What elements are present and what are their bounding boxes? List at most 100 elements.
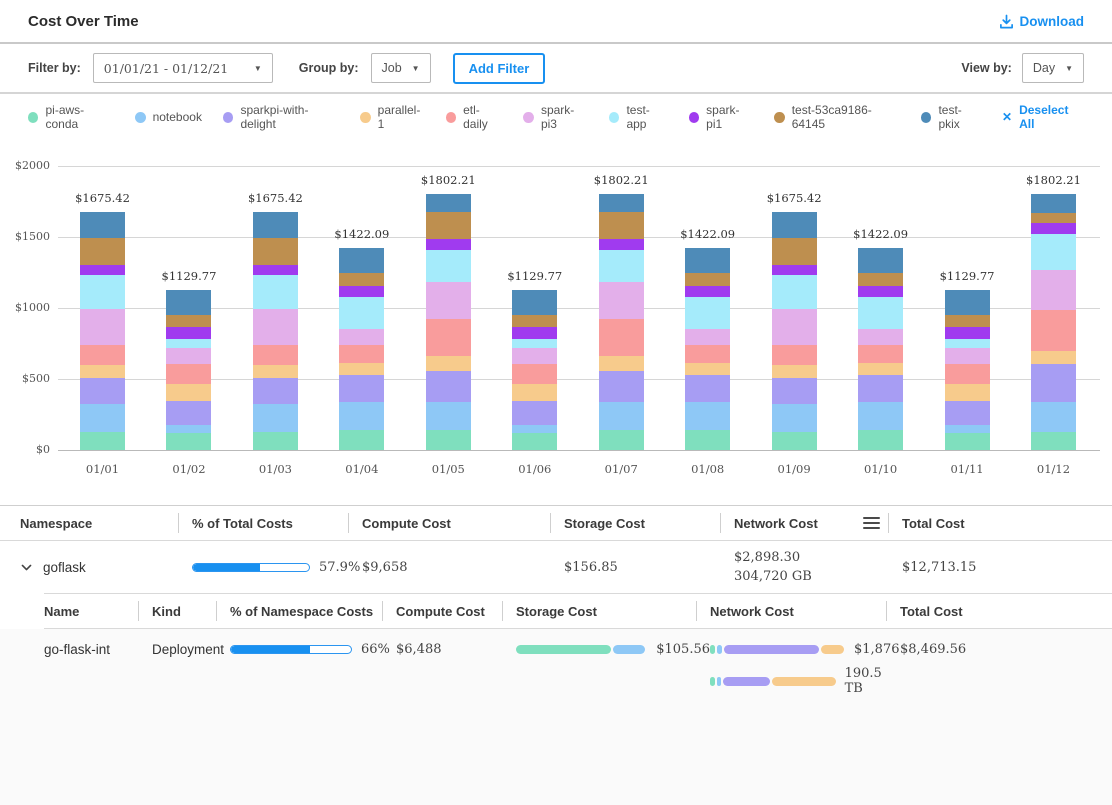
filter-bar: Filter by: 01/01/21 - 01/12/21 ▼ Group b…	[0, 44, 1112, 94]
mini-bar-segment	[772, 677, 837, 686]
table-row: goflask 57.9% $9,658 $156.85 $2,898.30 3…	[0, 541, 1112, 593]
download-button[interactable]: Download	[999, 14, 1085, 29]
nested-table-header-row: Name Kind % of Namespace Costs Compute C…	[44, 593, 1112, 629]
x-axis-tick-label: 01/05	[413, 462, 483, 476]
bar-segment-pi-aws-conda	[166, 433, 211, 450]
pct-total-cell: 57.9%	[192, 560, 362, 575]
bar-segment-pi-aws-conda	[80, 432, 125, 450]
bar-segment-spark-pi1	[599, 239, 644, 250]
x-axis-tick-label: 01/08	[673, 462, 743, 476]
bar-01/01[interactable]: $1675.42 01/01	[80, 166, 125, 450]
deselect-all-button[interactable]: ✕ Deselect All	[1002, 103, 1084, 131]
bar-01/04[interactable]: $1422.09 01/04	[339, 166, 384, 450]
legend-item-test-app[interactable]: test-app	[609, 103, 668, 131]
bar-segment-spark-pi1	[772, 265, 817, 275]
bar-segment-etl-daily	[945, 364, 990, 384]
date-range-select[interactable]: 01/01/21 - 01/12/21 ▼	[93, 53, 273, 83]
legend-item-etl-daily[interactable]: etl-daily	[446, 103, 503, 131]
bar-total-label: $1422.09	[334, 227, 389, 241]
legend-item-test-pkix[interactable]: test-pkix	[921, 103, 981, 131]
legend-item-label: notebook	[153, 110, 202, 124]
view-by-label: View by:	[961, 61, 1011, 75]
bar-01/09[interactable]: $1675.42 01/09	[772, 166, 817, 450]
mini-bar-segment	[516, 645, 611, 654]
bar-segment-test-app	[512, 339, 557, 348]
bar-segment-notebook	[512, 425, 557, 434]
bar-01/06[interactable]: $1129.77 01/06	[512, 166, 557, 450]
storage-cost-cell: $105.56	[516, 642, 710, 657]
bar-segment-test-pkix	[945, 290, 990, 315]
bar-01/03[interactable]: $1675.42 01/03	[253, 166, 298, 450]
legend-color-dot	[609, 112, 619, 123]
legend-item-label: spark-pi3	[541, 103, 588, 131]
bar-segment-spark-pi1	[339, 286, 384, 297]
bar-total-label: $1675.42	[248, 191, 303, 205]
legend-item-notebook[interactable]: notebook	[135, 110, 202, 124]
download-icon	[999, 14, 1014, 29]
bar-total-label: $1129.77	[162, 269, 217, 283]
chart-plot: $0 $500 $1000 $1500 $2000 $1675.42 01/01…	[58, 166, 1100, 450]
view-by-select[interactable]: Day ▼	[1022, 53, 1084, 83]
deselect-all-label: Deselect All	[1019, 103, 1084, 131]
col-header-storage: Storage Cost	[564, 506, 734, 540]
bar-01/02[interactable]: $1129.77 01/02	[166, 166, 211, 450]
y-axis-tick-label: $2000	[4, 159, 50, 172]
bar-segment-sparkpi-with-delight	[80, 378, 125, 404]
total-cost-value: $12,713.15	[902, 560, 1092, 575]
bar-01/11[interactable]: $1129.77 01/11	[945, 166, 990, 450]
filter-by-label: Filter by:	[28, 61, 81, 75]
bar-segment-pi-aws-conda	[772, 432, 817, 450]
legend-item-spark-pi3[interactable]: spark-pi3	[523, 103, 587, 131]
bar-01/05[interactable]: $1802.21 01/05	[426, 166, 471, 450]
bar-01/12[interactable]: $1802.21 01/12	[1031, 166, 1076, 450]
x-axis-tick-label: 01/10	[846, 462, 916, 476]
bar-total-label: $1802.21	[1026, 173, 1081, 187]
bar-segment-etl-daily	[80, 345, 125, 365]
y-axis-tick-label: $500	[4, 372, 50, 385]
bar-segment-test-pkix	[339, 248, 384, 273]
bar-segment-test-53ca9186-64145	[166, 315, 211, 328]
bar-01/07[interactable]: $1802.21 01/07	[599, 166, 644, 450]
bar-segment-parallel-1	[685, 363, 730, 374]
chevron-down-icon[interactable]	[20, 561, 33, 574]
bar-01/10[interactable]: $1422.09 01/10	[858, 166, 903, 450]
network-cost-value: $1,876	[854, 642, 900, 657]
col-header-compute: Compute Cost	[396, 594, 516, 628]
bar-total-label: $1422.09	[680, 227, 735, 241]
x-axis-tick-label: 01/02	[154, 462, 224, 476]
col-header-storage: Storage Cost	[516, 594, 710, 628]
bar-segment-notebook	[339, 402, 384, 430]
bar-segment-test-app	[1031, 234, 1076, 269]
legend-item-parallel-1[interactable]: parallel-1	[360, 103, 424, 131]
bar-segment-pi-aws-conda	[599, 430, 644, 450]
legend-item-pi-aws-conda[interactable]: pi-aws-conda	[28, 103, 114, 131]
bar-segment-parallel-1	[772, 365, 817, 379]
network-cost-cell: $1,876 190.5 TB	[710, 642, 900, 696]
legend-item-spark-pi1[interactable]: spark-pi1	[689, 103, 753, 131]
x-axis-tick-label: 01/11	[932, 462, 1002, 476]
namespace-expander[interactable]: goflask	[20, 560, 192, 575]
legend-item-label: test-53ca9186-64145	[792, 103, 900, 131]
add-filter-button[interactable]: Add Filter	[453, 53, 546, 84]
bar-segment-test-53ca9186-64145	[685, 273, 730, 286]
legend-item-test-53ca9186-64145[interactable]: test-53ca9186-64145	[774, 103, 900, 131]
column-menu-icon[interactable]	[863, 514, 880, 532]
group-by-select[interactable]: Job ▼	[371, 53, 431, 83]
bar-segment-spark-pi3	[685, 329, 730, 345]
bar-total-label: $1422.09	[853, 227, 908, 241]
nested-table-row: go-flask-int Deployment 66% $6,488 $105.…	[0, 629, 1112, 805]
legend-color-dot	[223, 112, 234, 123]
legend-item-sparkpi-with-delight[interactable]: sparkpi-with-delight	[223, 103, 339, 131]
compute-cost-value: $6,488	[396, 642, 516, 657]
bar-segment-notebook	[253, 404, 298, 432]
cost-table: Namespace % of Total Costs Compute Cost …	[0, 505, 1112, 682]
mini-bar-segment	[723, 677, 770, 686]
bar-01/08[interactable]: $1422.09 01/08	[685, 166, 730, 450]
bar-segment-pi-aws-conda	[858, 430, 903, 450]
legend-color-dot	[446, 112, 456, 123]
bar-segment-etl-daily	[1031, 310, 1076, 351]
legend-color-dot	[523, 112, 533, 123]
bar-segment-spark-pi1	[685, 286, 730, 297]
network-cost-value: $2,898.30	[734, 550, 902, 565]
legend-color-dot	[28, 112, 38, 123]
